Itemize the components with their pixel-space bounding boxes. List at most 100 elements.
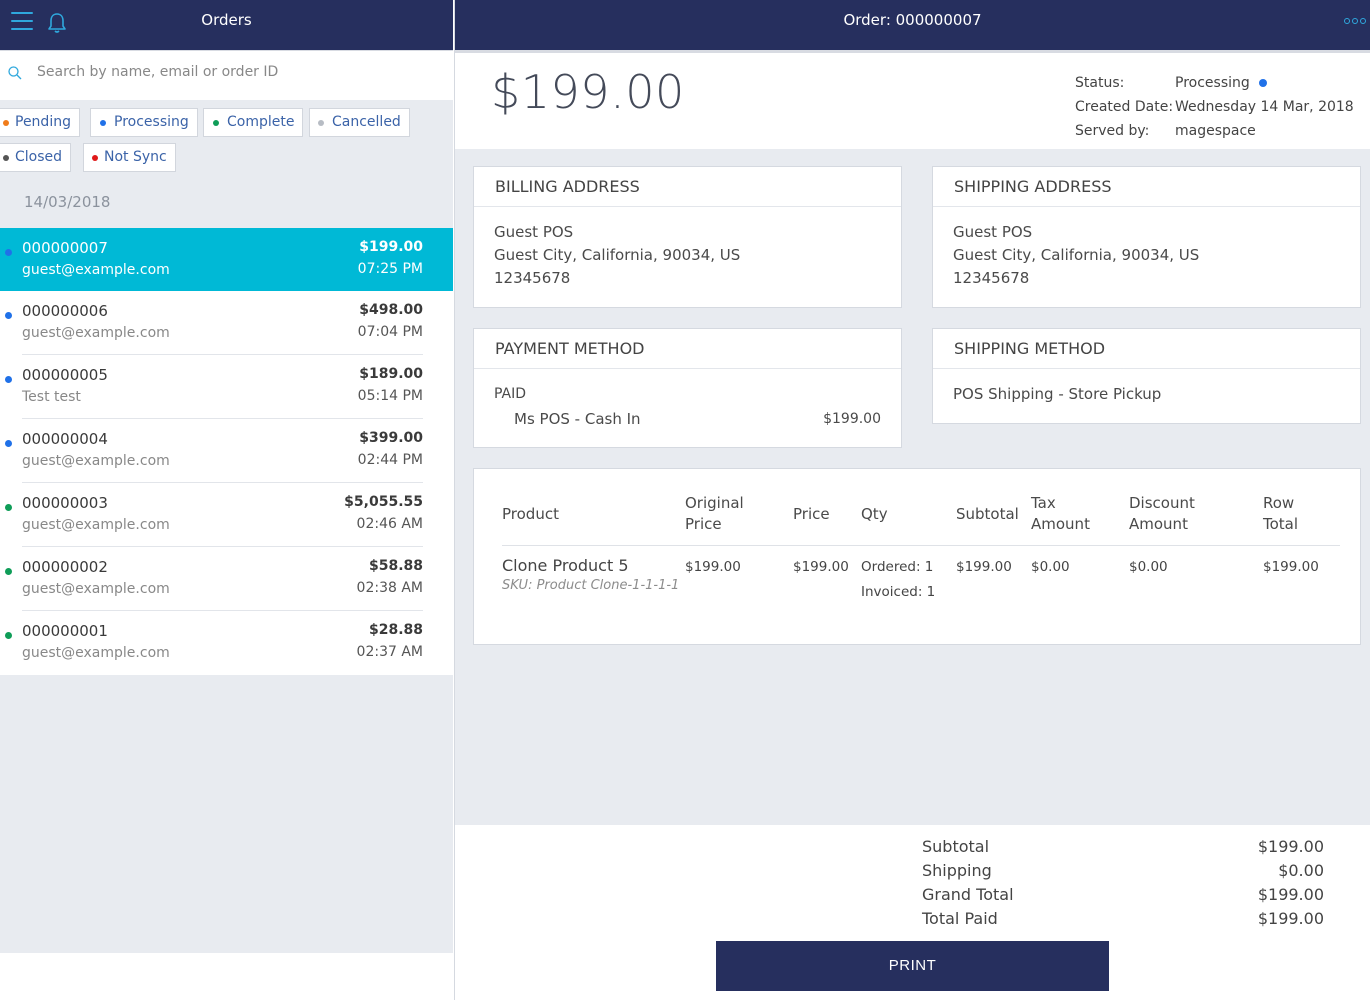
date-group-header: 14/03/2018	[24, 193, 111, 211]
sidebar-title: Orders	[201, 11, 252, 29]
order-id: 000000004	[22, 430, 108, 448]
status-dot	[213, 120, 219, 126]
order-amount: $58.88	[368, 558, 423, 574]
filter-pending[interactable]: Pending	[0, 108, 80, 137]
product-sku: SKU: Product Clone-1-1-1-1	[502, 577, 685, 595]
order-items-table: Product Original Price Price Qty Subtotal…	[502, 493, 1340, 605]
filter-closed[interactable]: Closed	[0, 143, 72, 172]
status-dot	[1258, 79, 1267, 87]
order-time: 02:37 AM	[356, 644, 423, 660]
order-amount: $5,055.55	[344, 494, 423, 510]
status-label: Status:	[1075, 75, 1125, 91]
col-label: Discount	[1129, 494, 1195, 512]
customer-name: guest@example.com	[22, 262, 170, 278]
served-by-value: magespace	[1175, 123, 1256, 139]
totals-label: Subtotal	[922, 837, 990, 856]
status-dot	[5, 568, 12, 575]
search-input[interactable]	[37, 64, 437, 80]
filter-label: Closed	[15, 149, 63, 165]
order-summary: $199.00 Status: Processing Created Date:…	[455, 50, 1370, 149]
order-time: 02:38 AM	[356, 580, 423, 596]
filter-cancelled[interactable]: Cancelled	[309, 108, 410, 137]
order-item-000000004[interactable]: 000000004 guest@example.com $399.00 02:4…	[0, 419, 453, 483]
print-button[interactable]: PRINT	[716, 941, 1109, 991]
shipping-method-value: POS Shipping - Store Pickup	[953, 385, 1162, 403]
col-label: Price	[685, 515, 722, 533]
filter-not-sync[interactable]: Not Sync	[83, 143, 176, 172]
col-qty: Qty	[861, 493, 956, 546]
col-label: Amount	[1031, 515, 1090, 533]
filter-label: Complete	[227, 114, 295, 130]
shipping-address: Guest City, California, 90034, US	[953, 246, 1200, 264]
status-dot	[3, 155, 9, 161]
billing-address: Guest City, California, 90034, US	[494, 246, 741, 264]
order-amount: $399.00	[359, 430, 423, 446]
cell-price: $199.00	[793, 559, 849, 575]
order-amount: $28.88	[368, 622, 423, 638]
billing-phone: 12345678	[494, 269, 571, 287]
qty-invoiced: Invoiced: 1	[861, 584, 936, 600]
created-date-label: Created Date:	[1075, 99, 1174, 115]
order-item-000000003[interactable]: 000000003 guest@example.com $5,055.55 02…	[0, 483, 453, 547]
customer-name: guest@example.com	[22, 325, 170, 341]
col-discount-amount: Discount Amount	[1129, 493, 1263, 546]
status-dot	[5, 249, 12, 256]
status-dot	[5, 376, 12, 383]
order-list: 000000007 guest@example.com $199.00 07:2…	[0, 228, 453, 675]
col-original-price: Original Price	[685, 493, 793, 546]
col-subtotal: Subtotal	[956, 493, 1031, 546]
billing-address-card: BILLING ADDRESS Guest POS Guest City, Ca…	[473, 166, 902, 308]
order-time: 05:14 PM	[357, 388, 423, 404]
order-item-000000006[interactable]: 000000006 guest@example.com $498.00 07:0…	[0, 291, 453, 355]
filter-complete[interactable]: Complete	[203, 108, 304, 137]
created-date-value: Wednesday 14 Mar, 2018	[1175, 99, 1354, 115]
totals-row-subtotal: Subtotal $199.00	[922, 837, 1324, 856]
status-dot	[5, 504, 12, 511]
product-name: Clone Product 5	[502, 556, 629, 575]
order-id: 000000001	[22, 622, 108, 640]
totals-row-shipping: Shipping $0.00	[922, 861, 1324, 880]
cell-original-price: $199.00	[685, 559, 741, 575]
col-label: Amount	[1129, 515, 1188, 533]
order-time: 02:46 AM	[356, 516, 423, 532]
status-dot	[100, 120, 106, 126]
order-amount: $498.00	[359, 302, 423, 318]
order-item-000000002[interactable]: 000000002 guest@example.com $58.88 02:38…	[0, 547, 453, 611]
totals-value: $0.00	[1278, 861, 1324, 880]
order-items-card: Product Original Price Price Qty Subtotal…	[473, 468, 1361, 645]
filter-label: Processing	[114, 114, 189, 130]
col-product: Product	[502, 493, 685, 546]
order-time: 07:25 PM	[357, 261, 423, 277]
served-by-label: Served by:	[1075, 123, 1150, 139]
customer-name: guest@example.com	[22, 645, 170, 661]
col-label: Row	[1263, 494, 1295, 512]
shipping-heading: SHIPPING ADDRESS	[933, 167, 1360, 207]
payment-heading: PAYMENT METHOD	[474, 329, 901, 369]
filter-processing[interactable]: Processing	[90, 108, 198, 137]
order-item-000000007[interactable]: 000000007 guest@example.com $199.00 07:2…	[0, 228, 453, 291]
totals-label: Grand Total	[922, 885, 1014, 904]
customer-name: guest@example.com	[22, 517, 170, 533]
col-label: Tax	[1031, 494, 1056, 512]
detail-header: Order: 000000007	[455, 0, 1370, 50]
filter-label: Cancelled	[332, 114, 401, 130]
customer-name: Test test	[22, 389, 81, 405]
cell-row-total: $199.00	[1263, 559, 1319, 575]
col-row-total: Row Total	[1263, 493, 1340, 546]
cell-tax-amount: $0.00	[1031, 559, 1070, 575]
status-dot	[92, 155, 98, 161]
order-id: 000000003	[22, 494, 108, 512]
order-item-000000005[interactable]: 000000005 Test test $189.00 05:14 PM	[0, 355, 453, 419]
payment-amount: $199.00	[823, 411, 881, 427]
order-item-000000001[interactable]: 000000001 guest@example.com $28.88 02:37…	[0, 611, 453, 675]
orders-sidebar: Orders Pending Processing Complete Cance…	[0, 0, 453, 953]
status-dot	[5, 440, 12, 447]
col-price: Price	[793, 493, 861, 546]
order-time: 02:44 PM	[357, 452, 423, 468]
totals-value: $199.00	[1257, 909, 1324, 928]
order-detail-panel: Order: 000000007 $199.00 Status: Process…	[454, 0, 1370, 1000]
totals-row-total-paid: Total Paid $199.00	[922, 909, 1324, 928]
more-options-icon[interactable]	[1344, 18, 1366, 24]
status-text: Processing	[1175, 75, 1250, 91]
shipping-method-heading: SHIPPING METHOD	[933, 329, 1360, 369]
